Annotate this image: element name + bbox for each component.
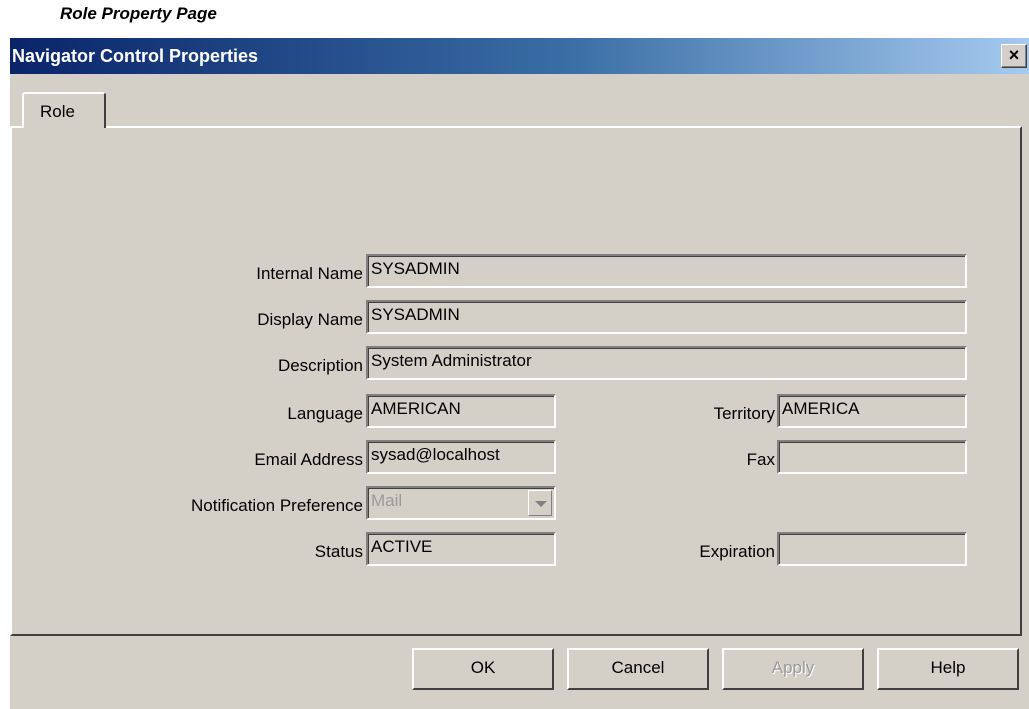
description-field[interactable]: System Administrator: [366, 346, 967, 380]
email-address-label: Email Address: [254, 450, 363, 469]
description-value: System Administrator: [371, 351, 532, 370]
territory-label: Territory: [713, 404, 775, 423]
help-button[interactable]: Help: [877, 648, 1019, 690]
language-label: Language: [287, 404, 363, 423]
tab-panel-role: Internal Name SYSADMIN Display Name SYSA…: [10, 126, 1022, 636]
territory-field[interactable]: AMERICA: [777, 394, 967, 428]
expiration-label: Expiration: [699, 542, 775, 561]
email-address-field[interactable]: sysad@localhost: [366, 440, 556, 474]
fax-label: Fax: [746, 450, 775, 469]
internal-name-field[interactable]: SYSADMIN: [366, 254, 967, 288]
internal-name-value: SYSADMIN: [371, 259, 460, 278]
language-field[interactable]: AMERICAN: [366, 394, 556, 428]
description-label: Description: [277, 356, 363, 375]
status-value: ACTIVE: [371, 537, 433, 556]
territory-value: AMERICA: [782, 399, 860, 418]
cancel-button[interactable]: Cancel: [567, 648, 709, 690]
window-title: Navigator Control Properties: [12, 46, 259, 66]
email-address-value: sysad@localhost: [371, 445, 500, 464]
status-field[interactable]: ACTIVE: [366, 532, 556, 566]
ok-button[interactable]: OK: [412, 648, 554, 690]
display-name-label: Display Name: [257, 310, 363, 329]
tab-role[interactable]: Role: [22, 92, 106, 128]
notification-preference-label: Notification Preference: [191, 496, 363, 515]
close-icon[interactable]: ×: [1001, 44, 1027, 68]
page-caption: Role Property Page: [60, 4, 217, 23]
notification-preference-select[interactable]: Mail: [366, 486, 556, 520]
display-name-value: SYSADMIN: [371, 305, 460, 324]
display-name-field[interactable]: SYSADMIN: [366, 300, 967, 334]
apply-button[interactable]: Apply: [722, 648, 864, 690]
chevron-down-icon[interactable]: [528, 490, 552, 516]
tab-role-label: Role: [40, 102, 75, 121]
expiration-field[interactable]: [777, 532, 967, 566]
dialog-window: Navigator Control Properties × Role Inte…: [10, 38, 1029, 709]
status-label: Status: [314, 542, 363, 561]
fax-field[interactable]: [777, 440, 967, 474]
language-value: AMERICAN: [371, 399, 461, 418]
notification-preference-value: Mail: [371, 491, 403, 510]
title-bar[interactable]: Navigator Control Properties ×: [10, 38, 1029, 74]
internal-name-label: Internal Name: [256, 264, 363, 283]
